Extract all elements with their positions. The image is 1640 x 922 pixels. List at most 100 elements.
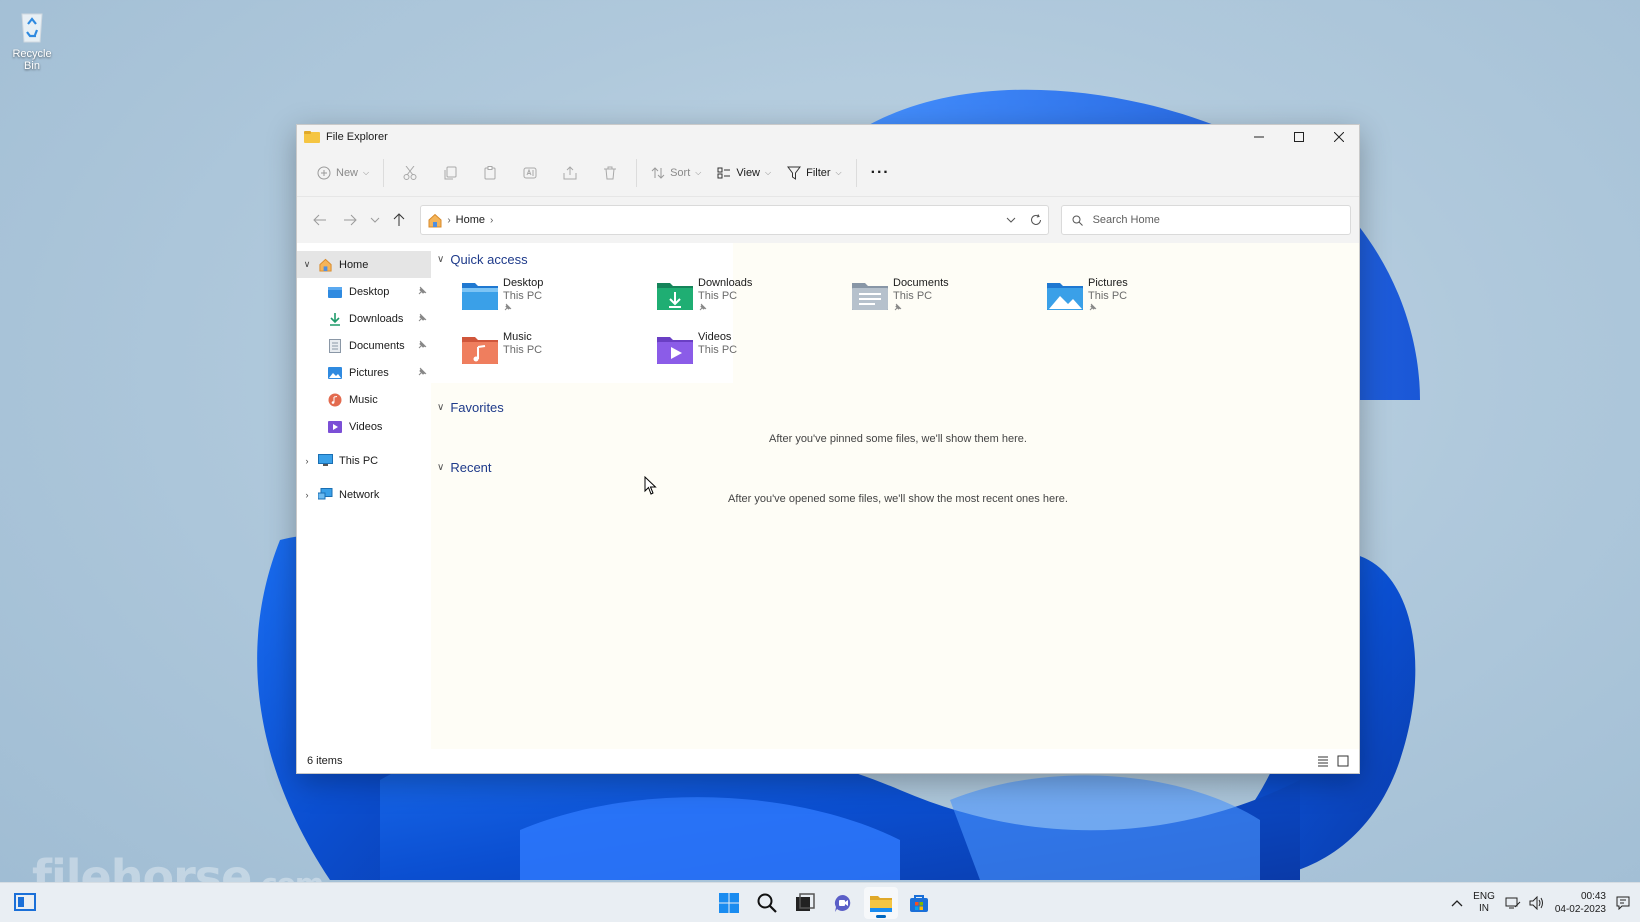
breadcrumb-home[interactable]: Home [456,214,485,226]
chevron-down-icon[interactable]: ∨ [297,259,317,270]
clock[interactable]: 00:43 04-02-2023 [1555,890,1606,916]
favorites-empty-message: After you've pinned some files, we'll sh… [769,433,1027,445]
back-button[interactable] [305,205,335,235]
item-name: Pictures [1088,277,1128,289]
close-button[interactable] [1319,125,1359,149]
taskbar-search-button[interactable] [750,887,784,919]
taskbar: ENG IN 00:43 04-02-2023 [0,882,1640,922]
sidebar-item-label: Documents [349,339,405,352]
quick-access-item-documents[interactable]: Documents This PC [851,273,1046,327]
sort-label: Sort [670,166,691,179]
filter-button[interactable]: Filter ⌵ [779,158,850,188]
sidebar-item-downloads[interactable]: Downloads [297,305,431,332]
store-button[interactable] [902,887,936,919]
arrow-right-icon [343,214,357,226]
quick-access-item-downloads[interactable]: Downloads This PC [656,273,851,327]
maximize-button[interactable] [1279,125,1319,149]
toolbar-divider [383,158,385,187]
sidebar-item-label: Downloads [349,312,404,325]
file-explorer-app-icon [870,896,892,912]
arrow-left-icon [313,214,326,226]
documents-folder-icon [327,338,343,353]
input-language-indicator[interactable]: ENG IN [1473,891,1495,915]
cut-button[interactable] [400,158,420,188]
sidebar-item-documents[interactable]: Documents [297,332,431,359]
sidebar-item-label: Videos [349,420,383,433]
pictures-folder-icon [327,366,343,380]
search-input[interactable] [1092,214,1333,226]
file-explorer-app-icon [304,131,320,143]
view-icon [717,167,731,178]
quick-access-item-pictures[interactable]: Pictures This PC [1046,273,1241,327]
more-options-button[interactable]: ··· [863,158,898,188]
search-icon [757,893,777,913]
section-quick-access[interactable]: ∨ Quick access [437,247,1359,271]
minimize-icon [1254,136,1264,138]
quick-settings-button[interactable] [1505,896,1545,910]
new-button[interactable]: New ⌵ [309,158,377,188]
sidebar-item-label: Network [339,488,380,501]
item-name: Music [503,331,532,343]
filter-icon [787,166,802,180]
minimize-button[interactable] [1239,125,1279,149]
forward-button[interactable] [335,205,365,235]
region-code: IN [1479,903,1489,914]
title-bar[interactable]: File Explorer [297,125,1359,149]
sidebar-item-label: This PC [339,454,379,467]
delete-button[interactable] [600,158,620,188]
address-history-chevron-icon[interactable] [1006,217,1016,223]
rename-button[interactable] [520,158,540,188]
desktop-folder-icon [462,283,498,310]
task-view-button[interactable] [788,887,822,919]
new-label: New [336,166,359,179]
chat-button[interactable] [826,887,860,919]
trash-icon [604,166,617,179]
sidebar-item-pictures[interactable]: Pictures [297,359,431,386]
sidebar-item-this-pc[interactable]: › This PC [297,447,431,474]
start-button[interactable] [712,887,746,919]
status-bar: 6 items [297,749,1359,773]
paste-button[interactable] [480,158,500,188]
clock-time: 00:43 [1580,891,1606,902]
notification-icon[interactable] [1616,896,1630,910]
pin-icon [894,303,902,311]
sidebar-item-videos[interactable]: Videos [297,413,431,440]
copy-button[interactable] [440,158,460,188]
paste-icon [484,165,496,179]
desktop-folder-icon [327,285,343,299]
this-pc-icon [317,454,333,468]
item-location: This PC [503,290,543,302]
lang-code: ENG [1473,891,1495,902]
file-explorer-taskbar-button[interactable] [864,887,898,919]
chevron-right-icon[interactable]: › [297,490,317,500]
recycle-bin-icon [16,8,48,44]
sidebar-item-network[interactable]: › Network [297,481,431,508]
address-bar[interactable]: › Home › [420,205,1049,235]
pin-icon [1089,303,1097,311]
widgets-button[interactable] [14,893,36,914]
sort-button[interactable]: Sort ⌵ [643,158,709,188]
up-button[interactable] [385,205,415,235]
view-button[interactable]: View ⌵ [709,158,779,188]
section-favorites[interactable]: ∨ Favorites [437,395,1359,419]
search-box[interactable] [1060,205,1351,235]
sidebar-item-music[interactable]: Music [297,386,431,413]
share-button[interactable] [560,158,580,188]
section-recent[interactable]: ∨ Recent [437,455,1359,479]
sidebar-item-desktop[interactable]: Desktop [297,278,431,305]
chevron-up-icon[interactable] [1451,899,1463,907]
details-view-icon[interactable] [1317,755,1329,767]
tiles-view-icon[interactable] [1337,755,1349,767]
recycle-bin-desktop-icon[interactable]: Recycle Bin [4,8,60,72]
quick-access-item-desktop[interactable]: Desktop This PC [461,273,656,327]
chevron-right-icon[interactable]: › [297,456,317,466]
windows-logo-icon [719,893,739,913]
quick-access-item-music[interactable]: Music This PC [461,327,656,381]
sidebar-item-home[interactable]: ∨ Home [297,251,431,278]
pin-icon [504,303,512,311]
recent-locations-button[interactable] [365,205,385,235]
sidebar-item-label: Pictures [349,366,389,379]
refresh-icon[interactable] [1030,214,1042,226]
quick-access-item-videos[interactable]: Videos This PC [656,327,851,381]
store-icon [910,895,928,912]
